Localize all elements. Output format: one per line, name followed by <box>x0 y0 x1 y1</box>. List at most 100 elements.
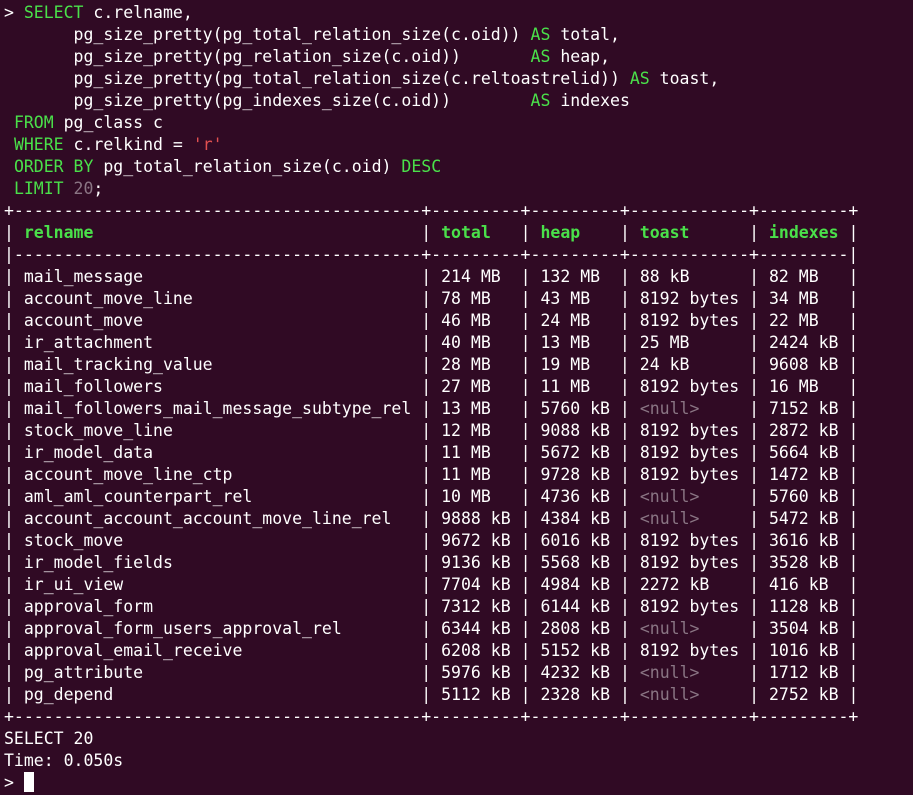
table-cell: 8192 bytes <box>639 443 740 462</box>
table-cell: 6016 kB <box>540 531 611 550</box>
null-cell: <null> <box>639 685 700 704</box>
table-cell: ir_model_fields <box>23 553 173 572</box>
table-cell: 5760 kB <box>540 399 610 418</box>
query-line-column: pg_size_pretty(pg_total_relation_size(c.… <box>4 68 913 90</box>
table-cell: 9136 kB <box>441 553 511 572</box>
table-cell: 9608 kB <box>768 355 839 374</box>
table-row: | ir_ui_view | 7704 kB | 4984 kB | 2272 … <box>4 575 859 594</box>
table-cell: ir_ui_view <box>23 575 124 594</box>
column-expr: pg_size_pretty(pg_total_relation_size(c.… <box>73 69 620 88</box>
input-prompt[interactable]: > <box>4 772 913 794</box>
table-header: | relname | total | heap | toast | index… <box>4 223 859 242</box>
keyword-limit: LIMIT <box>13 179 64 198</box>
table-cell: ir_model_data <box>23 443 154 462</box>
table-cell: 8192 bytes <box>639 421 740 440</box>
table-header-separator: |---------------------------------------… <box>4 245 859 264</box>
table-row: | stock_move | 9672 kB | 6016 kB | 8192 … <box>4 531 859 550</box>
table-cell: 5664 kB <box>768 443 839 462</box>
table-cell: 2424 kB <box>768 333 839 352</box>
terminal-window[interactable]: > SELECT c.relname, pg_size_pretty(pg_to… <box>4 2 913 795</box>
column-header-relname: relname <box>23 223 94 242</box>
column-alias: total, <box>560 25 620 44</box>
column-expr: pg_size_pretty(pg_indexes_size(c.oid)) <box>73 91 452 110</box>
table-cell: 9088 kB <box>540 421 610 440</box>
table-cell: 6344 kB <box>441 619 511 638</box>
table-cell: 27 MB <box>441 377 491 396</box>
table-cell: 416 kB <box>768 575 829 594</box>
where-expr: c.relkind = <box>73 135 183 154</box>
null-cell: <null> <box>639 487 700 506</box>
table-cell: 2872 kB <box>768 421 839 440</box>
table-cell: 1128 kB <box>768 597 839 616</box>
keyword-as: AS <box>530 91 551 110</box>
keyword-order-by: ORDER BY <box>13 157 94 176</box>
query-line-column: pg_size_pretty(pg_indexes_size(c.oid)) A… <box>4 90 913 112</box>
table-cell: 1712 kB <box>768 663 839 682</box>
table-cell: 12 MB <box>441 421 491 440</box>
table-row: | mail_message | 214 MB | 132 MB | 88 kB… <box>4 267 859 286</box>
table-cell: account_move_line <box>23 289 193 308</box>
table-row: | approval_email_receive | 6208 kB | 515… <box>4 641 859 660</box>
table-cell: 88 kB <box>639 267 690 286</box>
table-cell: 46 MB <box>441 311 491 330</box>
table-cell: 24 MB <box>540 311 591 330</box>
limit-value: 20 <box>73 179 94 198</box>
table-border-bottom: +---------------------------------------… <box>4 707 859 726</box>
table-cell: mail_tracking_value <box>23 355 213 374</box>
column-alias: heap, <box>560 47 610 66</box>
column-header-indexes: indexes <box>768 223 839 242</box>
table-cell: mail_followers <box>23 377 163 396</box>
table-row: | mail_followers_mail_message_subtype_re… <box>4 399 859 418</box>
table-cell: 5672 kB <box>540 443 610 462</box>
keyword-where: WHERE <box>13 135 64 154</box>
table-row: | ir_model_fields | 9136 kB | 5568 kB | … <box>4 553 859 572</box>
keyword-as: AS <box>530 47 551 66</box>
column-header-total: total <box>441 223 491 242</box>
table-row: | account_account_account_move_line_rel … <box>4 509 859 528</box>
table-cell: 1016 kB <box>768 641 839 660</box>
table-cell: 40 MB <box>441 333 491 352</box>
table-row: | account_move_line | 78 MB | 43 MB | 81… <box>4 289 859 308</box>
table-cell: approval_email_receive <box>23 641 243 660</box>
table-cell: 22 MB <box>768 311 819 330</box>
table-cell: 13 MB <box>540 333 591 352</box>
table-cell: 28 MB <box>441 355 491 374</box>
table-cell: 24 kB <box>639 355 690 374</box>
keyword-select: SELECT <box>23 3 84 22</box>
table-cell: approval_form <box>23 597 154 616</box>
column-expr: pg_size_pretty(pg_total_relation_size(c.… <box>73 25 521 44</box>
table-cell: 5152 kB <box>540 641 611 660</box>
table-row: | account_move | 46 MB | 24 MB | 8192 by… <box>4 311 859 330</box>
table-cell: 214 MB <box>441 267 501 286</box>
table-cell: 3528 kB <box>768 553 839 572</box>
keyword-desc: DESC <box>401 157 442 176</box>
statement-end: ; <box>93 179 104 198</box>
null-cell: <null> <box>639 399 700 418</box>
table-cell: stock_move_line <box>23 421 173 440</box>
keyword-as: AS <box>629 69 650 88</box>
table-cell: 11 MB <box>441 443 491 462</box>
table-row: | pg_attribute | 5976 kB | 4232 kB | <nu… <box>4 663 859 682</box>
result-table: +---------------------------------------… <box>4 200 913 728</box>
table-cell: 5760 kB <box>768 487 839 506</box>
table-cell: 34 MB <box>768 289 819 308</box>
table-cell: 2752 kB <box>768 685 839 704</box>
table-cell: 11 MB <box>441 465 491 484</box>
from-expr: pg_class c <box>63 113 163 132</box>
column-alias: indexes <box>560 91 630 110</box>
table-cell: 1472 kB <box>768 465 839 484</box>
query-line-limit: LIMIT 20; <box>4 178 913 200</box>
table-row: | approval_form_users_approval_rel | 634… <box>4 619 859 638</box>
table-cell: 8192 bytes <box>639 641 740 660</box>
null-cell: <null> <box>639 619 700 638</box>
table-row: | stock_move_line | 12 MB | 9088 kB | 81… <box>4 421 859 440</box>
column-expr: pg_size_pretty(pg_relation_size(c.oid)) <box>73 47 461 66</box>
query-line-column: pg_size_pretty(pg_total_relation_size(c.… <box>4 24 913 46</box>
table-cell: 5568 kB <box>540 553 611 572</box>
table-cell: pg_depend <box>23 685 114 704</box>
table-cell: 8192 bytes <box>639 311 740 330</box>
table-cell: 7312 kB <box>441 597 511 616</box>
table-cell: 9888 kB <box>441 509 511 528</box>
table-cell: 13 MB <box>441 399 491 418</box>
table-cell: 8192 bytes <box>639 465 740 484</box>
